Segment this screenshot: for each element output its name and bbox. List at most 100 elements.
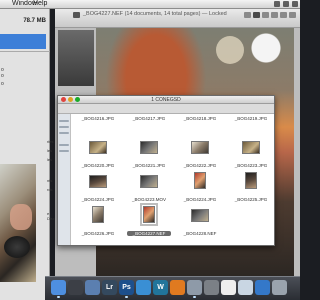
trash-icon[interactable] — [272, 280, 287, 295]
app-store-icon[interactable] — [255, 280, 270, 295]
finder-icon[interactable] — [51, 280, 66, 298]
window-title: _BOG4227.NEF (14 documents, 14 total pag… — [83, 11, 227, 17]
zoom-out-icon[interactable] — [262, 12, 269, 18]
file-name: _BOG4224.JPG — [183, 197, 217, 202]
file-item[interactable]: _BOG4218.JPG — [178, 116, 222, 128]
menu-bar: Window Help — [0, 0, 300, 9]
preview-icon[interactable] — [187, 280, 202, 298]
file-name: _BOG4223.MOV — [131, 197, 167, 202]
selected-row[interactable] — [0, 34, 46, 49]
preview-titlebar[interactable]: _BOG4227.NEF (14 documents, 14 total pag… — [55, 8, 300, 28]
thumbnail-view-icon[interactable] — [253, 12, 260, 18]
file-thumbnail[interactable] — [191, 209, 209, 222]
sidebar-label[interactable]: rds — [47, 187, 53, 192]
file-name: _BOG4228.NEF — [183, 231, 217, 236]
running-indicator — [125, 296, 128, 298]
file-thumbnail[interactable] — [89, 141, 107, 154]
file-thumbnail[interactable] — [245, 172, 257, 189]
running-indicator — [57, 296, 60, 298]
file-thumbnail[interactable] — [191, 141, 209, 154]
finder-titlebar[interactable]: 1 CONEGSD — [58, 96, 274, 104]
sidebar-item[interactable] — [59, 120, 69, 122]
sidebar-item[interactable] — [59, 126, 69, 128]
divider — [0, 51, 50, 52]
file-item[interactable]: _BOG4222.JPG — [178, 138, 222, 168]
file-item[interactable]: _BOG4224.JPG — [178, 172, 222, 202]
file-thumbnail[interactable] — [89, 175, 107, 188]
status-icon[interactable] — [292, 1, 298, 7]
sidebar-thumbnail[interactable] — [58, 30, 94, 86]
photoshop-icon-label: Ps — [122, 284, 131, 291]
file-item[interactable]: _BOG4220.JPG — [76, 138, 120, 168]
file-name: _BOG4216.JPG — [81, 116, 115, 121]
file-name: _BOG4223.JPG — [234, 163, 268, 168]
sidebar-item[interactable] — [59, 144, 69, 146]
dock: Lr Ps W — [45, 276, 300, 300]
sidebar-item[interactable] — [59, 132, 69, 134]
wordpress-icon[interactable]: W — [153, 280, 168, 295]
search-icon[interactable] — [289, 12, 296, 18]
sidebar-label[interactable]: les — [47, 148, 52, 153]
list-text: o — [1, 81, 4, 87]
file-name: _BOG4224.JPG — [81, 197, 115, 202]
finder-toolbar — [58, 104, 274, 114]
file-thumbnail[interactable] — [194, 172, 206, 189]
file-item[interactable]: _BOG4217.JPG — [127, 116, 171, 128]
file-item[interactable]: _BOG4226.JPG — [76, 206, 120, 236]
firefox-icon[interactable] — [170, 280, 185, 295]
share-icon[interactable] — [280, 12, 287, 18]
file-name: _BOG4226.JPG — [81, 231, 115, 236]
file-name: _BOG4218.JPG — [183, 116, 217, 121]
sidebar-label[interactable]: e Disc — [47, 211, 55, 221]
file-item[interactable]: _BOG4219.JPG — [229, 116, 273, 128]
lightroom-icon[interactable]: Lr — [102, 280, 117, 295]
iphoto-icon[interactable] — [85, 280, 100, 295]
list-text: o — [1, 73, 4, 79]
file-name: _BOG4221.JPG — [132, 163, 166, 168]
file-thumbnail[interactable] — [140, 141, 158, 154]
status-icon[interactable] — [283, 1, 289, 7]
file-item[interactable]: _BOG4227.NEF — [127, 203, 171, 236]
file-item[interactable]: _BOG4216.JPG — [76, 116, 120, 128]
view-mode-icon[interactable] — [244, 12, 251, 18]
file-item[interactable]: _BOG4228.NEF — [178, 206, 222, 236]
calendar-icon[interactable] — [221, 280, 236, 295]
file-item[interactable]: _BOG4223.MOV — [127, 172, 171, 202]
sidebar-label[interactable]: ries — [47, 139, 53, 144]
file-thumbnail[interactable] — [242, 141, 260, 154]
sidebar-item[interactable] — [59, 150, 69, 152]
file-name: _BOG4222.JPG — [183, 163, 217, 168]
file-item[interactable]: _BOG4221.JPG — [127, 138, 171, 168]
file-item[interactable]: _BOG4225.JPG — [229, 172, 273, 202]
finder-window: 1 CONEGSD _BOG4216.JPG _BOG4217.JPG _BOG42… — [57, 95, 275, 246]
file-thumbnail[interactable] — [140, 175, 158, 188]
mission-control-icon[interactable] — [68, 280, 83, 295]
status-icon[interactable] — [274, 1, 280, 7]
document-icon — [73, 12, 80, 18]
system-preferences-icon[interactable] — [204, 280, 219, 295]
size-label: 78.7 MB — [23, 18, 46, 24]
file-item[interactable]: _BOG4223.JPG — [229, 138, 273, 168]
photoshop-icon[interactable]: Ps — [119, 280, 134, 298]
file-thumbnail[interactable] — [92, 206, 104, 223]
finder-sidebar — [58, 114, 71, 245]
preview-toolbar — [244, 12, 296, 18]
mail-icon[interactable] — [238, 280, 253, 295]
left-app-panel: 78.7 MB o o o ries les les nts rds e Dis… — [0, 9, 55, 300]
running-indicator — [193, 296, 196, 298]
menu-help[interactable]: Help — [33, 0, 47, 8]
zoom-in-icon[interactable] — [271, 12, 278, 18]
sidebar-label[interactable]: nts — [47, 178, 52, 183]
file-grid: _BOG4216.JPG _BOG4217.JPG _BOG4218.JPG _BOG… — [72, 116, 274, 245]
lightroom-icon-label: Lr — [106, 284, 113, 291]
safari-icon[interactable] — [136, 280, 151, 295]
file-name: _BOG4217.JPG — [132, 116, 166, 121]
file-thumbnail[interactable] — [140, 203, 158, 226]
file-name: _BOG4225.JPG — [234, 197, 268, 202]
file-item[interactable]: _BOG4224.JPG — [76, 172, 120, 202]
file-name: _BOG4220.JPG — [81, 163, 115, 168]
photo-preview — [0, 164, 36, 282]
wordpress-icon-label: W — [157, 284, 164, 291]
finder-title: 1 CONEGSD — [151, 97, 181, 103]
sidebar-label[interactable]: les — [47, 157, 52, 162]
